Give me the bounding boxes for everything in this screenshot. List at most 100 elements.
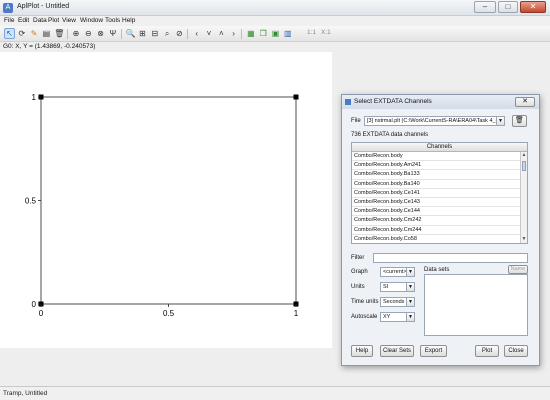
channel-row[interactable]: Combo/Recon.body.Am241: [352, 161, 520, 171]
dialog-close-icon[interactable]: ✕: [515, 97, 535, 107]
menu-data[interactable]: Data: [33, 17, 47, 24]
channel-row[interactable]: Combo/Recon.body.Ce143: [352, 198, 520, 208]
channels-scrollbar[interactable]: ▲ ▼: [520, 152, 527, 243]
help-button[interactable]: Help: [351, 345, 373, 357]
delete-file-button[interactable]: 🗑: [512, 115, 527, 127]
dialog-title: Select EXTDATA Channels: [354, 98, 432, 105]
toolbar-separator: [241, 29, 243, 39]
export-button[interactable]: Export: [420, 345, 447, 357]
autoscale-label: Autoscale: [351, 314, 378, 320]
chevron-down-icon[interactable]: ▼: [406, 283, 414, 291]
cursor-coordinates: G0: X, Y = (1.43869, -0.240573): [3, 43, 96, 50]
menu-file[interactable]: File: [4, 17, 14, 24]
save-icon[interactable]: ▥: [282, 28, 293, 39]
name-button[interactable]: Name: [508, 265, 528, 274]
channel-row[interactable]: Combo/Recon.body.Ce141: [352, 189, 520, 198]
zoom-out-icon[interactable]: ⊟: [149, 28, 160, 39]
zoom-in-icon[interactable]: ⊞: [137, 28, 148, 39]
zoom-icon[interactable]: 🔍: [125, 28, 136, 39]
channels-table[interactable]: Channels Combo/Recon.body Combo/Recon.bod…: [351, 142, 528, 244]
datasets-list[interactable]: [424, 274, 528, 336]
chevron-down-icon[interactable]: ▼: [496, 117, 504, 125]
x-tick-label: 0: [39, 309, 44, 318]
time-units-select[interactable]: Seconds ▼: [380, 297, 415, 307]
close-button[interactable]: Close: [504, 345, 528, 357]
maximize-button[interactable]: □: [498, 1, 518, 13]
zoom-x-icon[interactable]: ⌕: [162, 28, 173, 39]
channel-row[interactable]: Combo/Recon.body: [352, 152, 520, 162]
channels-rows: Combo/Recon.body Combo/Recon.body.Am241 Co…: [352, 152, 520, 243]
file-select[interactable]: [3] nstrmal.plt (C:\Work\CurrentS-RA\ERA…: [364, 116, 505, 126]
pencil-icon[interactable]: ✎: [29, 28, 40, 39]
scroll-up-icon[interactable]: ▲: [521, 152, 527, 159]
x-axis: 0 0.5 1: [39, 304, 299, 318]
time-units-select-value: Seconds: [383, 299, 405, 305]
channel-row[interactable]: Combo/Recon.body.Ba140: [352, 180, 520, 189]
select-pointer-icon[interactable]: ↖: [4, 28, 15, 39]
plot-canvas[interactable]: 0 0.5 1 0 0.5 1: [0, 52, 332, 348]
toolbar: 1:1 X:1 ↖ ⟳ ✎ ▤ 🗑 ⊕ ⊖ ⊗ Ψ 🔍 ⊞ ⊟ ⌕ ⊘ ‹ ˅ ˄ › ▦ ❐ ▣ ▥: [0, 26, 550, 42]
crosshair-icon[interactable]: ⊕: [71, 28, 82, 39]
menu-bar: File Edit Data Plot View Window Tools He…: [0, 16, 550, 26]
copy-icon[interactable]: ❐: [258, 28, 269, 39]
menu-view[interactable]: View: [62, 17, 76, 24]
graph-select[interactable]: <current> ▼: [380, 267, 415, 277]
x-tick-label: 0.5: [163, 309, 175, 318]
menu-plot[interactable]: Plot: [48, 17, 59, 24]
graph-select-value: <current>: [383, 269, 407, 275]
scroll-thumb[interactable]: [522, 161, 526, 171]
x-tick-label: 1: [294, 309, 299, 318]
file-select-value: [3] nstrmal.plt (C:\Work\CurrentS-RA\ERA…: [367, 118, 504, 124]
fit-icon[interactable]: ⊖: [83, 28, 94, 39]
status-text: Tramp, Untitled: [3, 390, 48, 397]
menu-help[interactable]: Help: [122, 17, 135, 24]
autoscale-select[interactable]: XY ▼: [380, 312, 415, 322]
channel-row[interactable]: Combo/Recon.body.Ba133: [352, 170, 520, 180]
close-window-button[interactable]: ✕: [520, 1, 546, 13]
menu-window[interactable]: Window: [80, 17, 103, 24]
status-bar: Tramp, Untitled: [0, 386, 550, 400]
select-channels-dialog: Select EXTDATA Channels ✕ File [3] nstrm…: [341, 94, 540, 366]
dialog-title-bar[interactable]: Select EXTDATA Channels ✕: [342, 95, 539, 109]
plot-graph[interactable]: 0 0.5 1 00.51: [0, 52, 332, 348]
chevron-down-icon[interactable]: ▼: [406, 313, 414, 321]
channel-row[interactable]: Combo/Recon.body.Co58: [352, 235, 520, 243]
chevron-down-icon[interactable]: ▼: [406, 268, 414, 276]
filter-label: Filter: [351, 255, 365, 261]
table-icon[interactable]: ▤: [41, 28, 52, 39]
export-icon[interactable]: ▦: [245, 28, 256, 39]
fork-icon[interactable]: Ψ: [107, 28, 118, 39]
pan-up-icon[interactable]: ˄: [216, 28, 227, 39]
window-title: AplPlot - Untitled: [17, 3, 70, 10]
pan-down-icon[interactable]: ˅: [204, 28, 215, 39]
zoom-reset-icon[interactable]: ⊘: [174, 28, 185, 39]
plot-button[interactable]: Plot: [475, 345, 499, 357]
y-axis: 00.51: [25, 93, 41, 309]
channel-row[interactable]: Combo/Recon.body.Ce144: [352, 207, 520, 217]
file-label: File: [351, 118, 361, 124]
print-icon[interactable]: ▣: [270, 28, 281, 39]
chevron-down-icon[interactable]: ▼: [406, 298, 414, 306]
title-bar: A AplPlot - Untitled – □ ✕: [0, 0, 550, 16]
filter-input[interactable]: [373, 253, 528, 263]
units-select-value: SI: [383, 284, 389, 290]
channels-column-header[interactable]: Channels: [352, 143, 527, 152]
channel-row[interactable]: Combo/Recon.body.Cm244: [352, 226, 520, 235]
scroll-down-icon[interactable]: ▼: [521, 236, 527, 243]
reset-icon[interactable]: ⊗: [95, 28, 106, 39]
y-tick-label: 0.5: [25, 197, 37, 206]
rotate-icon[interactable]: ⟳: [16, 28, 27, 39]
clear-sets-button[interactable]: Clear Sets: [380, 345, 414, 357]
pan-left-icon[interactable]: ‹: [191, 28, 202, 39]
menu-edit[interactable]: Edit: [18, 17, 29, 24]
trash-icon[interactable]: 🗑: [53, 28, 64, 39]
units-select[interactable]: SI ▼: [380, 282, 415, 292]
channel-count: 736 EXTDATA data channels: [351, 132, 429, 138]
menu-tools[interactable]: Tools: [105, 17, 120, 24]
pan-right-icon[interactable]: ›: [228, 28, 239, 39]
channel-row[interactable]: Combo/Recon.body.Cm242: [352, 216, 520, 226]
graph-label: Graph: [351, 269, 368, 275]
datasets-label: Data sets: [424, 267, 450, 273]
minimize-button[interactable]: –: [474, 1, 496, 13]
y-tick-label: 0: [32, 300, 37, 309]
